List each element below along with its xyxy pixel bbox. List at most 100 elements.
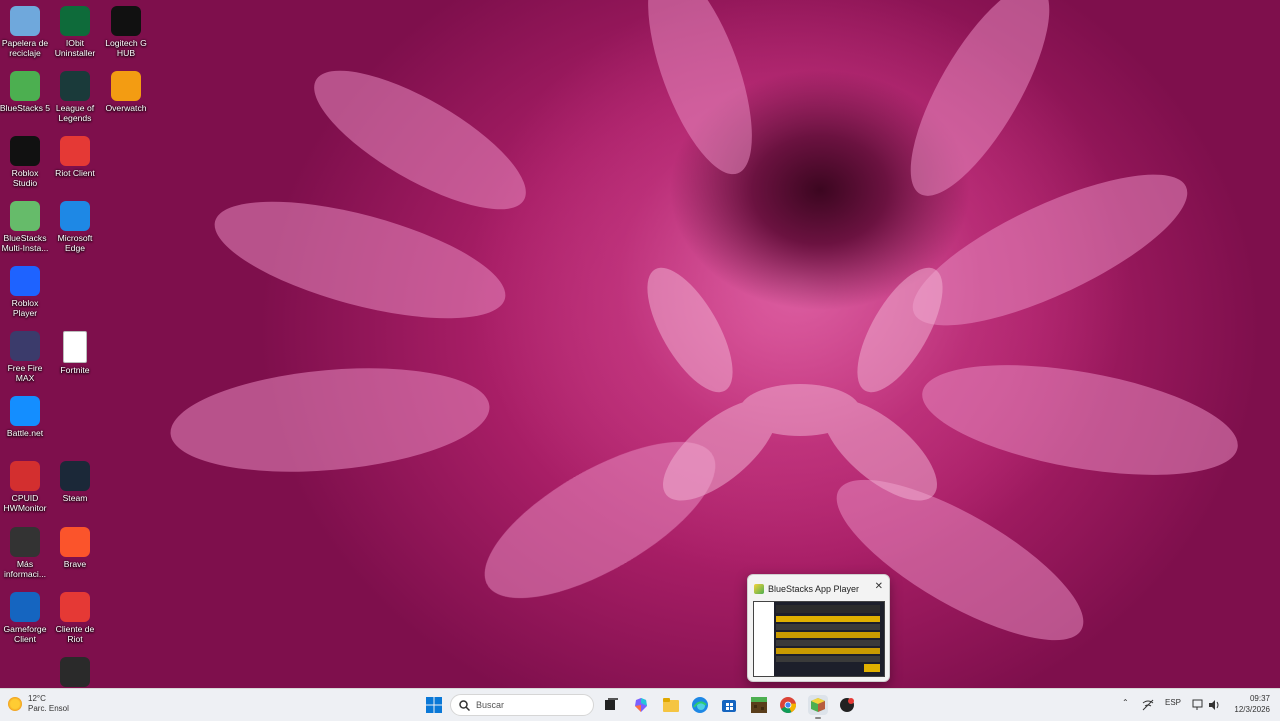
roblox-player-icon <box>10 266 40 296</box>
weather-condition: Parc. Ensol <box>28 704 69 713</box>
search-placeholder: Buscar <box>476 700 505 710</box>
store-button[interactable] <box>719 695 739 715</box>
desktop-icon-label: Fortnite <box>60 365 90 375</box>
chevron-up-icon[interactable]: ⌃ <box>1122 698 1129 707</box>
network-off-icon[interactable] <box>1142 699 1154 711</box>
search-box[interactable]: Buscar <box>450 694 594 716</box>
desktop-icon[interactable]: BlueStacks Multi-Insta... <box>0 201 51 253</box>
desktop-icon-label: CPUID HWMonitor <box>3 493 47 513</box>
desktop-icon[interactable]: Free Fire MAX <box>0 331 51 383</box>
minecraft-icon <box>751 697 767 713</box>
folder-icon <box>663 698 679 712</box>
desktop-icon[interactable]: Roblox Studio <box>0 136 51 188</box>
league-of-legends-icon <box>60 71 90 101</box>
desktop-icon[interactable]: Battle.net <box>0 396 51 438</box>
roblox-studio-icon <box>10 136 40 166</box>
app-button[interactable] <box>837 695 857 715</box>
store-icon <box>722 700 736 712</box>
bluestacks-icon <box>10 71 40 101</box>
fortnite-file-icon <box>63 331 87 363</box>
desktop-icon-label: Microsoft Edge <box>57 233 93 253</box>
desktop-icon[interactable]: IObit Uninstaller <box>49 6 101 58</box>
more-info-icon <box>10 527 40 557</box>
bluestacks-multi-instance-icon <box>10 201 40 231</box>
file-explorer-button[interactable] <box>661 695 681 715</box>
weather-temperature: 12°C <box>28 694 46 703</box>
desktop-icon[interactable]: Brave <box>49 527 101 569</box>
epic-games-icon <box>60 657 90 687</box>
logitech-g-hub-icon <box>111 6 141 36</box>
desktop-icon[interactable]: Cliente de Riot <box>49 592 101 644</box>
desktop-icon-label: Free Fire MAX <box>7 363 43 383</box>
iobit-uninstaller-icon <box>60 6 90 36</box>
copilot-button[interactable] <box>631 695 651 715</box>
desktop-icon[interactable]: Overwatch <box>100 71 152 113</box>
chrome-icon <box>780 697 796 713</box>
minecraft-button[interactable] <box>749 695 769 715</box>
taskbar: 12°C Parc. Ensol Buscar ⌃ ESP 09:37 12/3… <box>0 688 1280 721</box>
bluestacks-icon <box>754 584 764 594</box>
gameforge-client-icon <box>10 592 40 622</box>
edge-button[interactable] <box>690 695 710 715</box>
weather-widget[interactable]: 12°C Parc. Ensol <box>8 694 69 714</box>
brave-icon <box>60 527 90 557</box>
desktop-icon[interactable]: Roblox Player <box>0 266 51 318</box>
desktop-icon-label: Riot Client <box>55 168 95 178</box>
desktop-icon[interactable]: Riot Client <box>49 136 101 178</box>
cpuid-hwmonitor-icon <box>10 461 40 491</box>
desktop-icon[interactable]: BlueStacks 5 <box>0 71 51 113</box>
preview-title: BlueStacks App Player <box>768 584 860 594</box>
display-icon[interactable] <box>1192 699 1204 711</box>
desktop-icon[interactable]: Fortnite <box>49 331 101 375</box>
desktop-icon[interactable]: CPUID HWMonitor <box>0 461 51 513</box>
language-indicator[interactable]: ESP <box>1165 698 1181 707</box>
clock-time: 09:37 <box>1249 694 1270 703</box>
desktop-icon[interactable]: Gameforge Client <box>0 592 51 644</box>
overwatch-icon <box>111 71 141 101</box>
desktop-icon-label: League of Legends <box>55 103 95 123</box>
desktop-icon-label: Battle.net <box>6 428 44 438</box>
bluestacks-icon <box>811 698 825 712</box>
desktop-icon-label: IObit Uninstaller <box>54 38 96 58</box>
desktop-icon-label: Logitech G HUB <box>105 38 147 58</box>
volume-icon[interactable] <box>1208 699 1220 711</box>
edge-icon <box>692 697 708 713</box>
desktop-icon-label: BlueStacks Multi-Insta... <box>1 233 49 253</box>
task-view-icon <box>605 698 618 710</box>
start-button[interactable] <box>424 695 444 715</box>
desktop-icon[interactable]: Microsoft Edge <box>49 201 101 253</box>
windows-logo-icon <box>426 697 442 713</box>
riot-client-icon <box>60 136 90 166</box>
desktop-icon-label: BlueStacks 5 <box>0 103 51 113</box>
recycle-bin-icon <box>10 6 40 36</box>
chrome-button[interactable] <box>778 695 798 715</box>
battle-net-icon <box>10 396 40 426</box>
task-view-button[interactable] <box>601 695 621 715</box>
desktop-icon-label: Overwatch <box>105 103 147 113</box>
riot-client-2-icon <box>60 592 90 622</box>
taskbar-thumbnail-preview[interactable]: BlueStacks App Player ✕ <box>747 574 890 682</box>
desktop-icon[interactable]: League of Legends <box>49 71 101 123</box>
flower-petals <box>170 0 1238 641</box>
desktop-icon-label: Roblox Player <box>11 298 39 318</box>
free-fire-max-icon <box>10 331 40 361</box>
desktop-wallpaper <box>0 0 1280 688</box>
desktop-icon-label: Cliente de Riot <box>55 624 95 644</box>
steam-icon <box>60 461 90 491</box>
bluestacks-button[interactable] <box>808 695 828 719</box>
desktop-icon-label: Steam <box>62 493 88 503</box>
desktop-icon-label: Papelera de reciclaje <box>1 38 49 58</box>
preview-thumbnail-image[interactable] <box>753 601 885 677</box>
desktop-icon[interactable]: Más informaci... <box>0 527 51 579</box>
desktop-icon-label: Brave <box>63 559 87 569</box>
clock-date: 12/3/2026 <box>1234 705 1270 714</box>
close-icon[interactable]: ✕ <box>875 581 883 592</box>
system-clock[interactable]: 09:37 12/3/2026 <box>1226 693 1270 715</box>
desktop-icon-label: Más informaci... <box>3 559 47 579</box>
desktop-icon[interactable]: Logitech G HUB <box>100 6 152 58</box>
desktop-icon[interactable]: Papelera de reciclaje <box>0 6 51 58</box>
desktop-icon-label: Gameforge Client <box>3 624 47 644</box>
active-indicator <box>815 717 821 719</box>
weather-sun-icon <box>8 697 22 711</box>
desktop-icon[interactable]: Steam <box>49 461 101 503</box>
